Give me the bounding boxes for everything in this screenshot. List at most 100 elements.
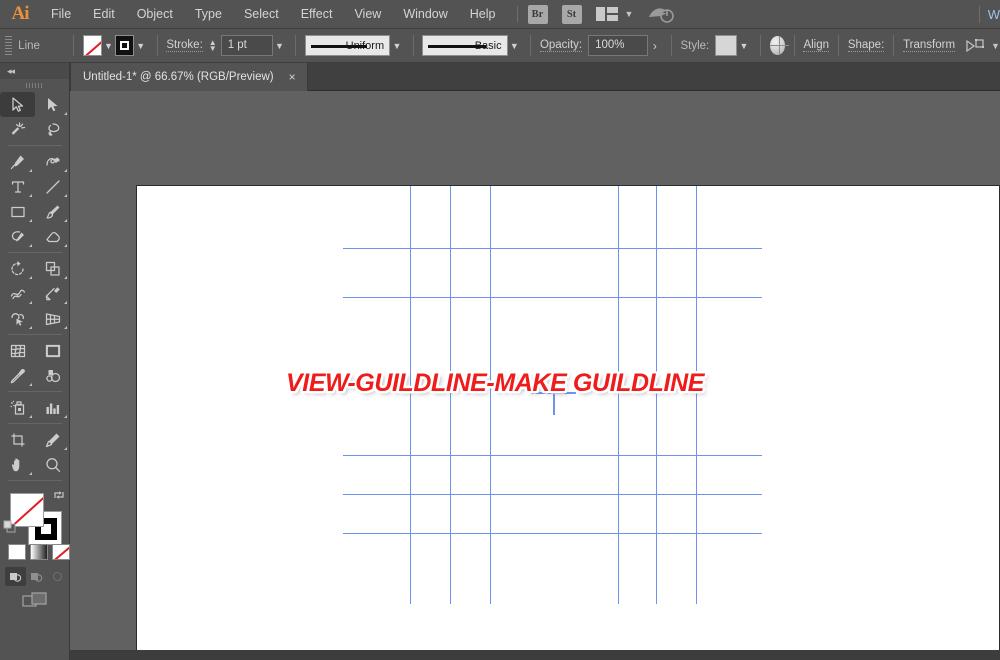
menu-select[interactable]: Select [233,0,290,29]
eraser-tool[interactable] [35,224,70,249]
stroke-color-swatch[interactable] [115,35,134,56]
blend-tool[interactable] [35,363,70,388]
type-tool[interactable] [0,174,35,199]
artboard[interactable]: VIEW-GUILDLINE-MAKE GUILDLINE [136,185,1000,651]
scale-tool[interactable] [35,256,70,281]
width-tool[interactable] [0,281,35,306]
none-button[interactable] [52,544,70,560]
stroke-dropdown-chevron-icon[interactable]: ▼ [134,35,148,56]
tool-divider-3 [8,334,62,335]
menu-help[interactable]: Help [459,0,507,29]
brush-definition-chevron-icon[interactable]: ▼ [508,35,522,56]
opacity-input[interactable]: 100% [588,35,648,56]
tool-group-transform [0,256,70,331]
column-graph-tool[interactable] [35,395,70,420]
artwork-text[interactable]: VIEW-GUILDLINE-MAKE GUILDLINE [286,369,704,398]
opacity-expand-icon[interactable]: › [648,35,662,56]
draw-inside-button[interactable] [47,567,68,586]
menu-object[interactable]: Object [126,0,184,29]
perspective-grid-tool[interactable] [35,306,70,331]
control-divider-9 [838,35,839,56]
fill-dropdown-chevron-icon[interactable]: ▼ [102,35,116,56]
brush-definition-select[interactable]: Basic [422,35,507,56]
selection-tool[interactable] [0,92,35,117]
menu-edit[interactable]: Edit [82,0,126,29]
collapse-panel-icon[interactable]: ◂◂ [0,63,69,79]
fill-color-swatch[interactable] [83,35,102,56]
bridge-button[interactable]: Br [528,5,548,24]
symbol-sprayer-tool[interactable] [0,395,35,420]
document-tab[interactable]: Untitled-1* @ 66.67% (RGB/Preview) × [70,63,308,91]
menu-effect[interactable]: Effect [290,0,344,29]
tool-flyout-indicator [29,326,32,329]
creative-cloud-icon[interactable] [647,4,675,24]
control-divider-3 [295,35,296,56]
width-profile-chevron-icon[interactable]: ▼ [390,35,404,56]
zoom-tool[interactable] [35,452,70,477]
align-button[interactable]: Align [803,39,829,52]
rotate-tool[interactable] [0,256,35,281]
gradient-button[interactable] [30,544,48,560]
graphic-style-swatch[interactable] [715,35,737,56]
transform-reference-icon[interactable] [965,38,985,54]
pen-tool[interactable] [0,149,35,174]
hand-tool[interactable] [0,452,35,477]
recolor-artwork-icon[interactable] [770,36,785,55]
tool-flyout-indicator [64,112,67,115]
color-mode-buttons [8,544,70,560]
control-divider-5 [530,35,531,56]
tool-group-color [0,338,70,388]
eyedropper-tool[interactable] [0,363,35,388]
tool-flyout-indicator [29,169,32,172]
curvature-tool[interactable] [35,149,70,174]
direct-selection-tool[interactable] [35,92,70,117]
status-bar [70,650,1000,660]
default-fill-stroke-icon[interactable] [3,520,16,533]
menu-file[interactable]: File [40,0,82,29]
stock-button[interactable]: St [562,5,582,24]
tool-flyout-indicator [29,219,32,222]
opacity-label[interactable]: Opacity: [540,39,582,52]
guide-horizontal [343,248,762,249]
style-chevron-icon[interactable]: ▼ [737,35,751,56]
gradient-tool[interactable] [35,338,70,363]
stroke-weight-input[interactable]: 1 pt [221,35,273,56]
menu-type[interactable]: Type [184,0,233,29]
menu-window[interactable]: Window [392,0,458,29]
stroke-weight-chevron-icon[interactable]: ▼ [273,35,287,56]
paintbrush-tool[interactable] [35,199,70,224]
menu-view[interactable]: View [343,0,392,29]
line-segment-tool[interactable] [35,174,70,199]
document-tab-bar: Untitled-1* @ 66.67% (RGB/Preview) × [0,63,1000,91]
shape-button[interactable]: Shape: [848,39,884,52]
free-transform-tool[interactable] [35,281,70,306]
lasso-tool[interactable] [35,117,70,142]
stroke-weight-stepper[interactable]: ▲ ▼ [209,40,217,52]
tool-flyout-indicator [29,276,32,279]
draw-normal-button[interactable] [5,567,26,586]
swap-fill-stroke-icon[interactable] [53,489,65,501]
magic-wand-tool[interactable] [0,117,35,142]
width-profile-select[interactable]: Uniform [305,35,390,56]
workspace-switcher[interactable]: ▼ [596,7,634,21]
menu-bar-right-edge: W [979,0,1000,29]
mesh-tool[interactable] [0,338,35,363]
draw-behind-button[interactable] [26,567,47,586]
close-icon[interactable]: × [289,70,296,84]
control-bar-grip[interactable] [5,36,12,56]
rectangle-tool[interactable] [0,199,35,224]
tool-divider-4 [8,391,62,392]
transform-chevron-icon[interactable]: ▼ [991,41,1000,51]
stroke-label[interactable]: Stroke: [166,39,202,52]
artboard-tool[interactable] [0,427,35,452]
tool-flyout-indicator [64,169,67,172]
shape-builder-tool[interactable] [0,306,35,331]
transform-button[interactable]: Transform [903,39,955,52]
color-button[interactable] [8,544,26,560]
canvas-area[interactable]: VIEW-GUILDLINE-MAKE GUILDLINE [70,91,1000,660]
menu-bar: Ai File Edit Object Type Select Effect V… [0,0,1000,29]
tools-panel-grip[interactable] [0,79,69,92]
slice-tool[interactable] [35,427,70,452]
change-screen-mode-icon[interactable] [22,591,49,611]
shaper-tool[interactable] [0,224,35,249]
